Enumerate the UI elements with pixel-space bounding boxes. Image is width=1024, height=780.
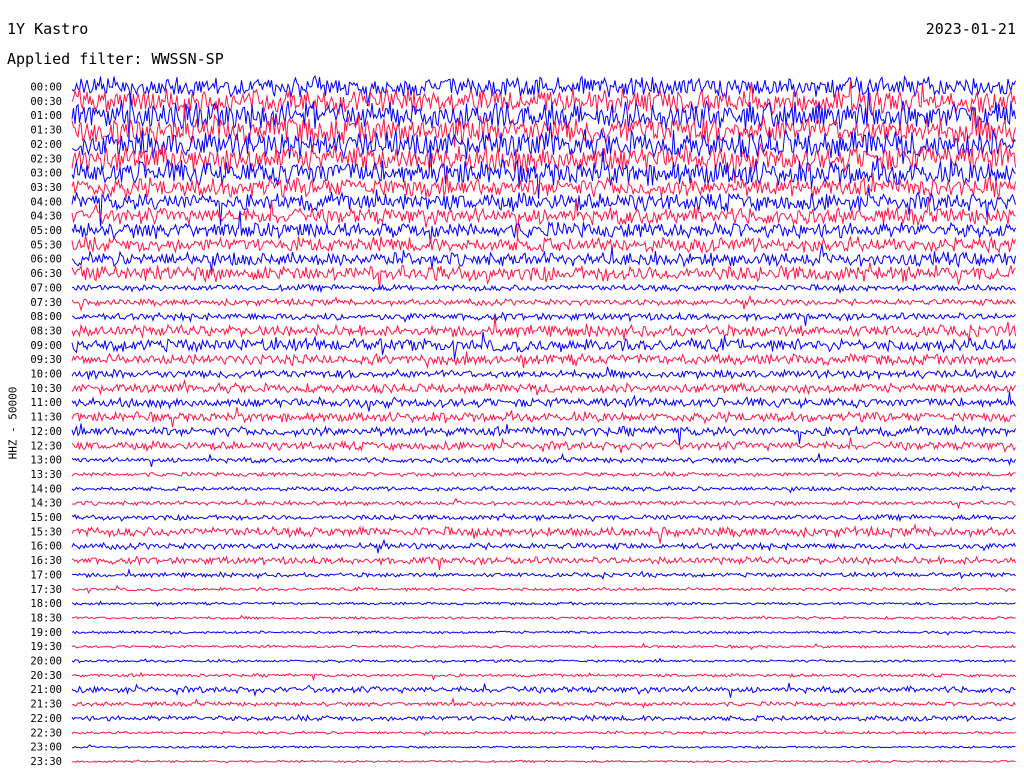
trace-0700 xyxy=(71,283,1016,295)
trace-time-label: 21:00 xyxy=(30,684,62,696)
trace-time-label: 03:30 xyxy=(30,182,62,194)
trace-1530 xyxy=(71,522,1016,544)
trace-time-label: 14:00 xyxy=(30,483,62,495)
trace-time-label: 00:00 xyxy=(30,82,62,94)
trace-time-label: 22:00 xyxy=(30,713,62,725)
trace-2100 xyxy=(71,682,1016,698)
trace-2330 xyxy=(71,759,1016,764)
trace-time-label: 00:30 xyxy=(30,96,62,108)
trace-1100 xyxy=(71,391,1016,412)
trace-time-label: 02:30 xyxy=(30,153,62,165)
trace-time-label: 19:00 xyxy=(30,627,62,639)
trace-time-label: 16:30 xyxy=(30,555,62,567)
trace-0000 xyxy=(71,74,1016,107)
trace-time-label: 10:00 xyxy=(30,369,62,381)
trace-1500 xyxy=(71,512,1016,523)
trace-1000 xyxy=(71,366,1016,381)
trace-time-label: 13:00 xyxy=(30,455,62,467)
trace-time-label: 20:00 xyxy=(30,656,62,668)
trace-2000 xyxy=(71,657,1016,664)
trace-time-label: 06:30 xyxy=(30,268,62,280)
trace-time-label: 23:00 xyxy=(30,742,62,754)
trace-time-label: 13:30 xyxy=(30,469,62,481)
trace-1700 xyxy=(71,567,1016,581)
trace-1830 xyxy=(71,614,1016,621)
trace-time-label: 03:00 xyxy=(30,168,62,180)
trace-time-label: 18:30 xyxy=(30,612,62,624)
trace-1800 xyxy=(71,600,1016,607)
trace-time-label: 02:00 xyxy=(30,139,62,151)
trace-1230 xyxy=(71,437,1016,454)
trace-1200 xyxy=(71,423,1016,445)
trace-time-label: 08:00 xyxy=(30,311,62,323)
trace-time-label: 04:00 xyxy=(30,196,62,208)
trace-0830 xyxy=(71,316,1016,342)
trace-time-label: 23:30 xyxy=(30,756,62,768)
trace-time-label: 06:00 xyxy=(30,254,62,266)
trace-time-label: 16:00 xyxy=(30,541,62,553)
trace-1900 xyxy=(71,630,1016,636)
trace-0630 xyxy=(71,262,1016,291)
trace-time-label: 19:30 xyxy=(30,641,62,653)
trace-2200 xyxy=(71,714,1016,722)
trace-2300 xyxy=(72,744,1016,751)
trace-0800 xyxy=(71,311,1016,326)
trace-time-label: 20:30 xyxy=(30,670,62,682)
trace-2230 xyxy=(71,729,1016,736)
trace-1630 xyxy=(71,554,1016,570)
trace-1400 xyxy=(71,485,1016,494)
trace-time-label: 10:30 xyxy=(30,383,62,395)
trace-time-label: 09:00 xyxy=(30,340,62,352)
trace-time-label: 01:00 xyxy=(30,110,62,122)
trace-time-label: 12:00 xyxy=(30,426,62,438)
trace-0900 xyxy=(71,331,1016,360)
trace-time-label: 17:00 xyxy=(30,569,62,581)
trace-2130 xyxy=(71,696,1016,709)
trace-time-label: 05:00 xyxy=(30,225,62,237)
trace-time-label: 12:30 xyxy=(30,440,62,452)
trace-time-label: 14:30 xyxy=(30,498,62,510)
trace-1330 xyxy=(71,470,1016,478)
trace-time-label: 04:30 xyxy=(30,211,62,223)
trace-time-label: 18:00 xyxy=(30,598,62,610)
trace-1600 xyxy=(71,538,1016,554)
trace-0930 xyxy=(71,351,1016,369)
trace-time-label: 05:30 xyxy=(30,239,62,251)
trace-time-label: 21:30 xyxy=(30,699,62,711)
trace-time-label: 22:30 xyxy=(30,727,62,739)
trace-time-label: 07:00 xyxy=(30,282,62,294)
trace-time-label: 15:00 xyxy=(30,512,62,524)
trace-time-label: 15:30 xyxy=(30,526,62,538)
trace-1030 xyxy=(71,378,1016,396)
trace-time-label: 08:30 xyxy=(30,325,62,337)
trace-1730 xyxy=(72,584,1016,594)
trace-time-label: 17:30 xyxy=(30,584,62,596)
trace-time-label: 11:00 xyxy=(30,397,62,409)
trace-1430 xyxy=(71,497,1016,510)
helicorder-plot: 00:00 00:30 01:00 01:30 02:00 02:30 03:00 03:30… xyxy=(30,74,1016,768)
trace-0730 xyxy=(71,294,1016,312)
trace-1300 xyxy=(71,452,1016,467)
trace-time-label: 11:30 xyxy=(30,412,62,424)
trace-2030 xyxy=(71,671,1016,682)
trace-1130 xyxy=(71,407,1016,428)
trace-time-label: 09:30 xyxy=(30,354,62,366)
trace-time-label: 07:30 xyxy=(30,297,62,309)
trace-time-label: 01:30 xyxy=(30,125,62,137)
trace-1930 xyxy=(71,642,1016,651)
trace-0530 xyxy=(71,235,1016,255)
